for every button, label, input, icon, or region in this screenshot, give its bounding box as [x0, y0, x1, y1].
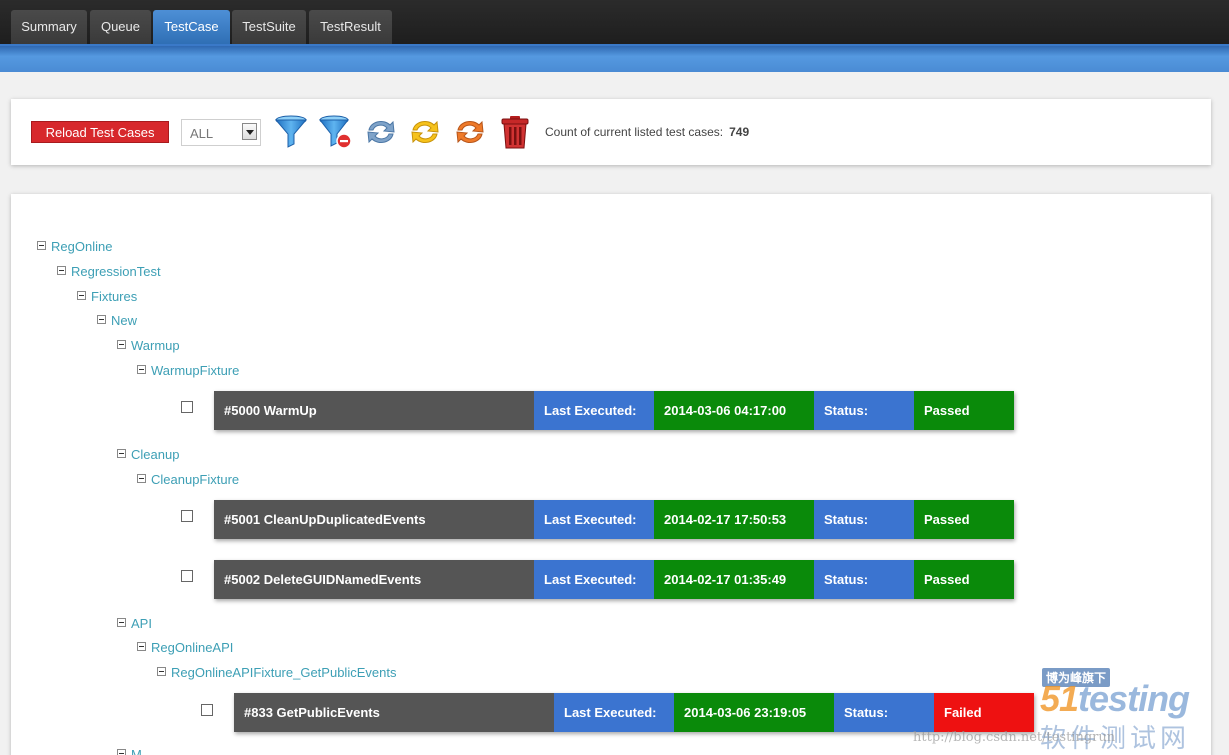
- status-label: Status:: [814, 500, 914, 539]
- tree-node-label[interactable]: Warmup: [131, 338, 180, 353]
- tree-node-label[interactable]: New: [111, 313, 137, 328]
- status-badge: Failed: [934, 693, 1034, 732]
- filter-select-value: ALL: [190, 126, 214, 141]
- filter-icon[interactable]: [273, 114, 309, 150]
- status-badge: Passed: [914, 391, 1014, 430]
- tab-summary[interactable]: Summary: [11, 10, 87, 44]
- test-case-checkbox[interactable]: [201, 704, 213, 716]
- collapse-icon[interactable]: [57, 266, 66, 275]
- tree-node-label[interactable]: Cleanup: [131, 447, 179, 462]
- test-case-name: #833 GetPublicEvents: [234, 693, 554, 732]
- tab-testresult[interactable]: TestResult: [309, 10, 392, 44]
- tree-node-label[interactable]: RegOnline: [51, 239, 112, 254]
- top-nav-bar: Summary Queue TestCase TestSuite TestRes…: [0, 0, 1229, 44]
- header-band: [0, 44, 1229, 72]
- trash-icon[interactable]: [497, 114, 533, 150]
- collapse-icon[interactable]: [137, 365, 146, 374]
- status-label: Status:: [814, 391, 914, 430]
- refresh-blue-icon[interactable]: [363, 114, 399, 150]
- watermark-logo-text: testing: [1078, 678, 1190, 719]
- collapse-icon[interactable]: [117, 618, 126, 627]
- last-executed-date: 2014-03-06 23:19:05: [674, 693, 834, 732]
- test-case-row[interactable]: #5000 WarmUp Last Executed: 2014-03-06 0…: [214, 391, 1014, 430]
- test-case-checkbox[interactable]: [181, 401, 193, 413]
- tree-node-label[interactable]: CleanupFixture: [151, 472, 239, 487]
- last-executed-label: Last Executed:: [534, 391, 654, 430]
- reload-test-cases-button[interactable]: Reload Test Cases: [31, 121, 169, 143]
- tree-node-label[interactable]: API: [131, 616, 152, 631]
- test-case-name: #5001 CleanUpDuplicatedEvents: [214, 500, 534, 539]
- collapse-icon[interactable]: [117, 340, 126, 349]
- status-label: Status:: [834, 693, 934, 732]
- collapse-icon[interactable]: [137, 642, 146, 651]
- watermark-url: http://blog.csdn.net/testingrun: [913, 730, 1116, 745]
- tab-testcase[interactable]: TestCase: [153, 10, 230, 44]
- tree-node-label[interactable]: M: [131, 747, 142, 755]
- chevron-down-icon[interactable]: [242, 123, 257, 140]
- test-case-count: Count of current listed test cases: 749: [545, 125, 749, 139]
- last-executed-date: 2014-02-17 17:50:53: [654, 500, 814, 539]
- collapse-icon[interactable]: [157, 667, 166, 676]
- test-case-row[interactable]: #5001 CleanUpDuplicatedEvents Last Execu…: [214, 500, 1014, 539]
- watermark-logo: 51testing: [1040, 678, 1190, 720]
- tree-node-label[interactable]: Fixtures: [91, 289, 137, 304]
- last-executed-date: 2014-02-17 01:35:49: [654, 560, 814, 599]
- tab-testsuite[interactable]: TestSuite: [232, 10, 306, 44]
- test-case-name: #5000 WarmUp: [214, 391, 534, 430]
- tree-node-label[interactable]: WarmupFixture: [151, 363, 239, 378]
- collapse-icon[interactable]: [117, 749, 126, 755]
- last-executed-date: 2014-03-06 04:17:00: [654, 391, 814, 430]
- last-executed-label: Last Executed:: [534, 560, 654, 599]
- test-case-checkbox[interactable]: [181, 570, 193, 582]
- count-value: 749: [729, 125, 750, 139]
- tab-queue[interactable]: Queue: [90, 10, 151, 44]
- watermark: 博为峰旗下 51testing 软件测试网 http://blog.csdn.n…: [913, 668, 1225, 753]
- refresh-orange-icon[interactable]: [452, 114, 488, 150]
- filter-select[interactable]: ALL: [181, 119, 261, 146]
- tree-node-label[interactable]: RegOnlineAPI: [151, 640, 233, 655]
- status-badge: Passed: [914, 560, 1014, 599]
- test-case-name: #5002 DeleteGUIDNamedEvents: [214, 560, 534, 599]
- toolbar-panel: Reload Test Cases ALL Count of current l…: [11, 99, 1211, 165]
- collapse-icon[interactable]: [117, 449, 126, 458]
- test-case-row[interactable]: #833 GetPublicEvents Last Executed: 2014…: [234, 693, 1034, 732]
- status-badge: Passed: [914, 500, 1014, 539]
- status-label: Status:: [814, 560, 914, 599]
- collapse-icon[interactable]: [137, 474, 146, 483]
- tree-node-label[interactable]: RegOnlineAPIFixture_GetPublicEvents: [171, 665, 396, 680]
- count-label: Count of current listed test cases:: [545, 125, 724, 139]
- last-executed-label: Last Executed:: [534, 500, 654, 539]
- clear-filter-icon[interactable]: [317, 114, 353, 150]
- refresh-yellow-icon[interactable]: [407, 114, 443, 150]
- collapse-icon[interactable]: [97, 315, 106, 324]
- watermark-logo-num: 51: [1040, 678, 1079, 719]
- test-case-row[interactable]: #5002 DeleteGUIDNamedEvents Last Execute…: [214, 560, 1014, 599]
- collapse-icon[interactable]: [37, 241, 46, 250]
- test-case-checkbox[interactable]: [181, 510, 193, 522]
- last-executed-label: Last Executed:: [554, 693, 674, 732]
- test-case-tree-panel: RegOnline RegressionTest Fixtures New Wa…: [11, 194, 1211, 755]
- collapse-icon[interactable]: [77, 291, 86, 300]
- tree-node-label[interactable]: RegressionTest: [71, 264, 161, 279]
